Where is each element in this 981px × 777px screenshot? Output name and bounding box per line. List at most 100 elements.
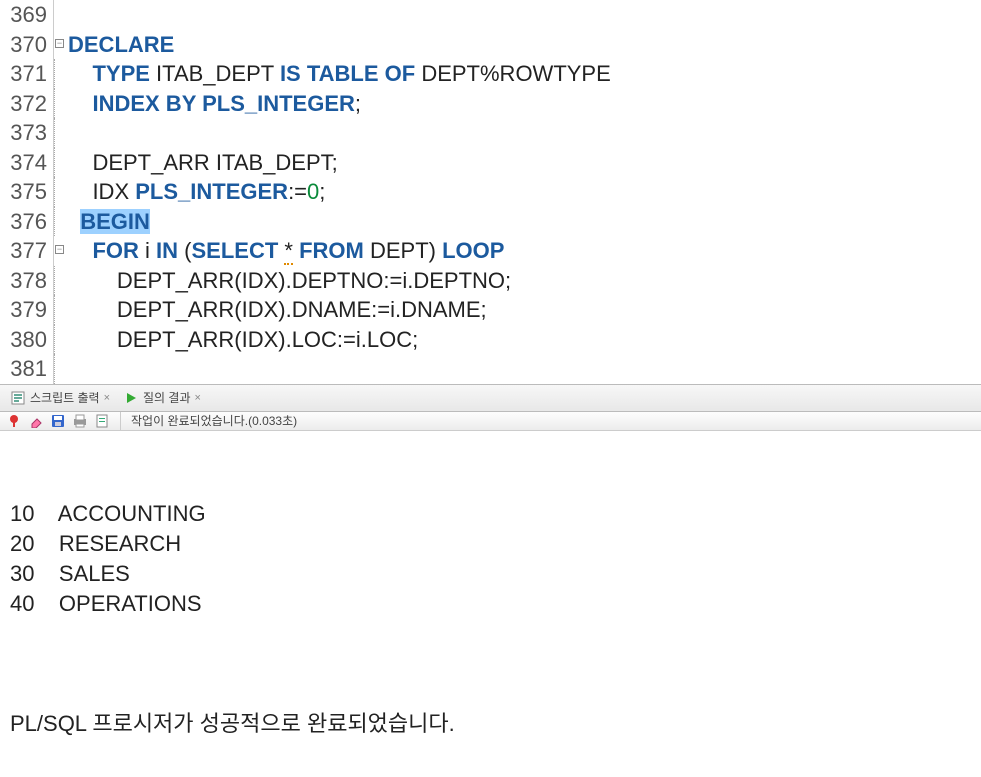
code-content[interactable]: DEPT_ARR(IDX).DEPTNO:=i.DEPTNO; xyxy=(66,266,511,296)
token: INDEX BY PLS_INTEGER xyxy=(92,91,354,116)
token: SELECT xyxy=(191,238,278,263)
output-toolbar: 작업이 완료되었습니다.(0.033초) xyxy=(0,412,981,431)
code-line[interactable]: 372 INDEX BY PLS_INTEGER; xyxy=(0,89,981,119)
code-content[interactable] xyxy=(66,0,68,30)
token: DEPT_ARR(IDX).DNAME:=i.DNAME; xyxy=(68,297,487,322)
token: DEPT%ROWTYPE xyxy=(415,61,611,86)
tab-label: 스크립트 출력 xyxy=(30,389,100,406)
output-panel-tabs: 스크립트 출력 × 질의 결과 × xyxy=(0,384,981,412)
output-row: 30 SALES xyxy=(10,559,971,589)
toolbar-separator xyxy=(120,412,121,430)
code-content[interactable] xyxy=(66,118,68,148)
fold-gutter[interactable]: − xyxy=(54,236,66,266)
token: DEPT) xyxy=(364,238,442,263)
token xyxy=(68,238,92,263)
code-content[interactable]: INDEX BY PLS_INTEGER; xyxy=(66,89,361,119)
code-line[interactable]: 376 BEGIN xyxy=(0,207,981,237)
fold-gutter xyxy=(54,354,66,384)
code-line[interactable]: 378 DEPT_ARR(IDX).DEPTNO:=i.DEPTNO; xyxy=(0,266,981,296)
fold-gutter xyxy=(54,148,66,178)
token: FROM xyxy=(299,238,364,263)
script-output[interactable]: 10 ACCOUNTING20 RESEARCH30 SALES40 OPERA… xyxy=(0,431,981,777)
token: BEGIN xyxy=(80,209,150,234)
code-line[interactable]: 375 IDX PLS_INTEGER:=0; xyxy=(0,177,981,207)
token: ; xyxy=(355,91,361,116)
token: IS TABLE OF xyxy=(280,61,415,86)
printer-icon[interactable] xyxy=(72,413,88,429)
code-line[interactable]: 374 DEPT_ARR ITAB_DEPT; xyxy=(0,148,981,178)
line-number: 374 xyxy=(0,148,54,178)
line-number: 380 xyxy=(0,325,54,355)
fold-gutter xyxy=(54,325,66,355)
fold-minus-icon[interactable]: − xyxy=(55,39,64,48)
code-line[interactable]: 379 DEPT_ARR(IDX).DNAME:=i.DNAME; xyxy=(0,295,981,325)
token: i xyxy=(139,238,156,263)
close-icon[interactable]: × xyxy=(104,392,110,404)
fold-gutter xyxy=(54,89,66,119)
code-content[interactable]: FOR i IN (SELECT * FROM DEPT) LOOP xyxy=(66,236,504,266)
token: 0 xyxy=(307,179,319,204)
fold-gutter xyxy=(54,59,66,89)
fold-minus-icon[interactable]: − xyxy=(55,245,64,254)
disk-icon[interactable] xyxy=(50,413,66,429)
code-content[interactable] xyxy=(66,354,68,384)
completion-message: PL/SQL 프로시저가 성공적으로 완료되었습니다. xyxy=(10,709,971,739)
line-number: 370 xyxy=(0,30,54,60)
code-line[interactable]: 370−DECLARE xyxy=(0,30,981,60)
output-row: 20 RESEARCH xyxy=(10,529,971,559)
token: := xyxy=(288,179,307,204)
sql-file-icon[interactable] xyxy=(94,413,110,429)
code-line[interactable]: 371 TYPE ITAB_DEPT IS TABLE OF DEPT%ROWT… xyxy=(0,59,981,89)
tab-script-output[interactable]: 스크립트 출력 × xyxy=(4,384,117,412)
fold-gutter xyxy=(54,207,66,237)
query-result-icon xyxy=(123,390,139,406)
code-content[interactable]: TYPE ITAB_DEPT IS TABLE OF DEPT%ROWTYPE xyxy=(66,59,611,89)
eraser-icon[interactable] xyxy=(28,413,44,429)
fold-gutter xyxy=(54,266,66,296)
line-number: 381 xyxy=(0,354,54,384)
tab-label: 질의 결과 xyxy=(143,389,191,406)
token xyxy=(68,209,80,234)
code-line[interactable]: 369 xyxy=(0,0,981,30)
code-content[interactable]: BEGIN xyxy=(66,207,150,237)
code-content[interactable]: DEPT_ARR(IDX).DNAME:=i.DNAME; xyxy=(66,295,487,325)
code-line[interactable]: 377− FOR i IN (SELECT * FROM DEPT) LOOP xyxy=(0,236,981,266)
output-row: 10 ACCOUNTING xyxy=(10,499,971,529)
code-editor[interactable]: 369370−DECLARE371 TYPE ITAB_DEPT IS TABL… xyxy=(0,0,981,384)
token: IDX xyxy=(68,179,135,204)
token: DECLARE xyxy=(68,32,174,57)
token: DEPT_ARR ITAB_DEPT; xyxy=(68,150,338,175)
pin-icon[interactable] xyxy=(6,413,22,429)
line-number: 373 xyxy=(0,118,54,148)
fold-gutter xyxy=(54,118,66,148)
token: ITAB_DEPT xyxy=(150,61,280,86)
token xyxy=(68,91,92,116)
token: PLS_INTEGER xyxy=(135,179,288,204)
line-number: 369 xyxy=(0,0,54,30)
line-number: 372 xyxy=(0,89,54,119)
output-rows: 10 ACCOUNTING20 RESEARCH30 SALES40 OPERA… xyxy=(10,499,971,619)
close-icon[interactable]: × xyxy=(195,392,201,404)
line-number: 375 xyxy=(0,177,54,207)
fold-gutter xyxy=(54,177,66,207)
line-number: 376 xyxy=(0,207,54,237)
code-content[interactable]: DEPT_ARR(IDX).LOC:=i.LOC; xyxy=(66,325,418,355)
code-content[interactable]: DECLARE xyxy=(66,30,174,60)
code-line[interactable]: 380 DEPT_ARR(IDX).LOC:=i.LOC; xyxy=(0,325,981,355)
code-content[interactable]: IDX PLS_INTEGER:=0; xyxy=(66,177,325,207)
line-number: 379 xyxy=(0,295,54,325)
token: * xyxy=(284,238,293,265)
line-number: 371 xyxy=(0,59,54,89)
token: ; xyxy=(319,179,325,204)
token: IN xyxy=(156,238,178,263)
token: TYPE xyxy=(92,61,149,86)
line-number: 378 xyxy=(0,266,54,296)
code-content[interactable]: DEPT_ARR ITAB_DEPT; xyxy=(66,148,338,178)
toolbar-status: 작업이 완료되었습니다.(0.033초) xyxy=(131,412,297,429)
code-line[interactable]: 381 xyxy=(0,354,981,384)
fold-gutter[interactable]: − xyxy=(54,30,66,60)
tab-query-result[interactable]: 질의 결과 × xyxy=(117,384,208,412)
code-line[interactable]: 373 xyxy=(0,118,981,148)
token: DEPT_ARR(IDX).LOC:=i.LOC; xyxy=(68,327,418,352)
script-output-icon xyxy=(10,390,26,406)
